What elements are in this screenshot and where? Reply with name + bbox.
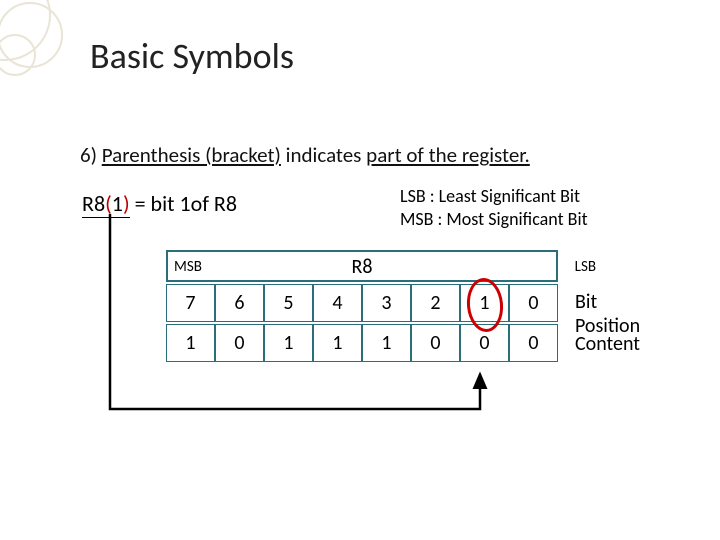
content-cell: 1 — [166, 324, 215, 362]
bit-pos-cell: 1 — [460, 284, 509, 322]
content-cell: 0 — [460, 324, 509, 362]
legend-lsb: LSB : Least Significant Bit — [400, 185, 588, 208]
bit-pos-cell: 6 — [215, 284, 264, 322]
expr-bit: 1 — [112, 190, 123, 217]
expr-reg: R8 — [82, 190, 105, 217]
content-cell: 0 — [215, 324, 264, 362]
content-row: 1 0 1 1 1 0 0 0 — [166, 324, 558, 362]
bit-pos-cell: 4 — [313, 284, 362, 322]
subtitle-number: 6) — [80, 142, 97, 168]
lsb-label: LSB — [575, 258, 596, 276]
legend: LSB : Least Significant Bit MSB : Most S… — [400, 185, 588, 230]
bit-pos-cell: 3 — [362, 284, 411, 322]
expr-rest: = bit 1of R8 — [130, 190, 237, 217]
subtitle-underline-1: Parenthesis (bracket) — [102, 142, 281, 168]
content-cell: 1 — [313, 324, 362, 362]
bit-pos-cell: 7 — [166, 284, 215, 322]
legend-msb: MSB : Most Significant Bit — [400, 208, 588, 231]
content-cell: 1 — [362, 324, 411, 362]
register-header: MSB R8 LSB — [166, 250, 558, 282]
bit-position-label: Bit Position — [575, 290, 640, 338]
content-label: Content — [575, 332, 640, 356]
expr-open-paren: ( — [105, 190, 112, 217]
expr-close-paren: ) — [123, 190, 130, 217]
subtitle-underline-2: part of the register. — [366, 142, 530, 168]
register-name: R8 — [352, 252, 373, 282]
bit-pos-cell: 2 — [411, 284, 460, 322]
subtitle: 6) Parenthesis (bracket) indicates part … — [80, 142, 530, 168]
subtitle-middle: indicates — [281, 142, 366, 168]
decorative-circles — [0, 0, 80, 80]
bit-pos-cell: 5 — [264, 284, 313, 322]
bit-pos-cell: 0 — [509, 284, 558, 322]
register-diagram: MSB R8 LSB 7 6 5 4 3 2 1 0 1 0 1 1 1 0 0… — [150, 250, 590, 362]
expression: R8(1) = bit 1of R8 — [82, 190, 237, 218]
content-cell: 0 — [509, 324, 558, 362]
msb-label: MSB — [174, 258, 202, 276]
bit-position-row: 7 6 5 4 3 2 1 0 — [166, 284, 558, 322]
content-cell: 1 — [264, 324, 313, 362]
content-cell: 0 — [411, 324, 460, 362]
slide-title: Basic Symbols — [90, 34, 294, 78]
